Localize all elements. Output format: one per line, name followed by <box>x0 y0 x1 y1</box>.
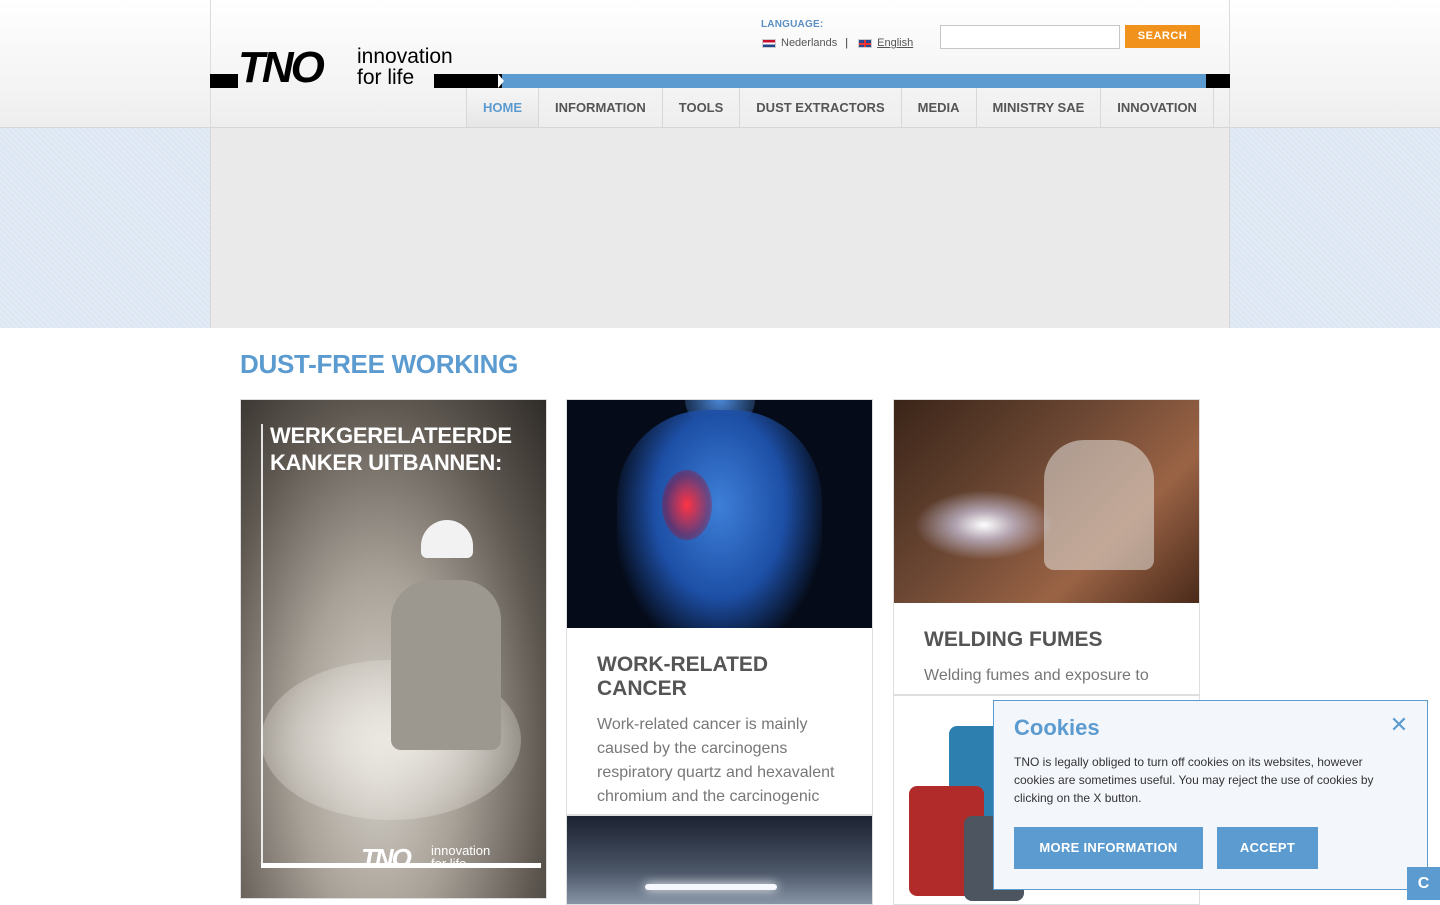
banner-area <box>210 128 1230 328</box>
poster-headline: WERKGERELATEERDE KANKER UITBANNEN: <box>270 422 540 476</box>
nav-item-home[interactable]: HOME <box>466 88 539 127</box>
cookie-title: Cookies <box>1014 715 1100 740</box>
poster-headline-line1: WERKGERELATEERDE <box>270 423 512 448</box>
logo-bar-right <box>434 74 502 88</box>
welder-figure <box>1044 440 1154 570</box>
worker-body <box>391 580 501 750</box>
poster-vertical-line <box>261 424 263 864</box>
welding-card-body: WELDING FUMES Welding fumes and exposure… <box>924 628 1174 688</box>
cancer-card-body: WORK-RELATED CANCER Work-related cancer … <box>597 653 847 809</box>
welding-card-text: Welding fumes and exposure to <box>924 667 1149 684</box>
welding-glow <box>914 490 1054 560</box>
poster-logo-tagline-line2: for life <box>431 856 467 871</box>
cancer-card-title: WORK-RELATED CANCER <box>597 653 769 700</box>
corner-tab[interactable]: C <box>1407 867 1440 900</box>
nav-item-innovation[interactable]: INNOVATION <box>1101 88 1214 127</box>
worker-helmet <box>421 520 473 558</box>
cancer-card-text: Work-related cancer is mainly caused by … <box>597 716 835 805</box>
header-blue-stripe <box>498 74 1212 88</box>
work-related-cancer-card[interactable]: WORK-RELATED CANCER Work-related cancer … <box>566 399 873 815</box>
tno-logo[interactable]: TNO innovation for life <box>210 44 502 94</box>
poster-card[interactable]: WERKGERELATEERDE KANKER UITBANNEN: TNO i… <box>240 399 547 899</box>
cookie-dialog: Cookies ✕ TNO is legally obliged to turn… <box>993 700 1428 890</box>
accept-cookies-button[interactable]: ACCEPT <box>1217 827 1318 869</box>
search-button[interactable]: SEARCH <box>1125 25 1200 48</box>
more-information-button[interactable]: MORE INFORMATION <box>1014 827 1203 869</box>
nav-item-dust-extractors[interactable]: DUST EXTRACTORS <box>740 88 902 127</box>
welding-fumes-card[interactable]: WELDING FUMES Welding fumes and exposure… <box>893 399 1200 695</box>
page-title: DUST-FREE WORKING <box>240 349 519 379</box>
nav-item-ministry-sae[interactable]: MINISTRY SAE <box>977 88 1102 127</box>
search-input[interactable] <box>940 25 1120 49</box>
uk-flag-icon <box>858 38 873 48</box>
logo-wordmark: TNO <box>238 43 325 92</box>
xray-tumor-highlight <box>662 470 712 540</box>
welding-card-title: WELDING FUMES <box>924 628 1103 651</box>
nav-item-information[interactable]: INFORMATION <box>539 88 663 127</box>
poster-headline-line2: KANKER UITBANNEN: <box>270 450 503 475</box>
welding-image <box>894 400 1199 603</box>
language-label: LANGUAGE: <box>761 19 824 30</box>
language-separator: | <box>845 37 849 49</box>
language-option-english[interactable]: English <box>877 37 913 49</box>
nl-flag-icon <box>762 38 776 48</box>
language-switcher: Nederlands | English <box>762 37 913 49</box>
lamp-tube <box>645 884 777 890</box>
poster-worker-image <box>391 520 501 780</box>
lamp-card[interactable] <box>566 815 873 905</box>
nav-item-media[interactable]: MEDIA <box>902 88 977 127</box>
language-option-nederlands[interactable]: Nederlands <box>781 37 837 49</box>
logo-tagline-line1: innovation <box>357 45 453 68</box>
poster-logo-tagline: innovation for life <box>431 844 490 870</box>
nav-item-tools[interactable]: TOOLS <box>663 88 741 127</box>
main-nav: HOME INFORMATION TOOLS DUST EXTRACTORS M… <box>466 88 1214 127</box>
header-black-stripe <box>1206 74 1230 88</box>
logo-bar-left <box>210 74 238 88</box>
cookie-text: TNO is legally obliged to turn off cooki… <box>1014 755 1374 805</box>
xray-torso <box>617 410 822 628</box>
close-icon[interactable]: ✕ <box>1388 715 1410 737</box>
lamp-image <box>567 816 872 904</box>
poster-logo-wordmark: TNO <box>361 843 412 873</box>
lungs-xray-image <box>567 400 872 628</box>
